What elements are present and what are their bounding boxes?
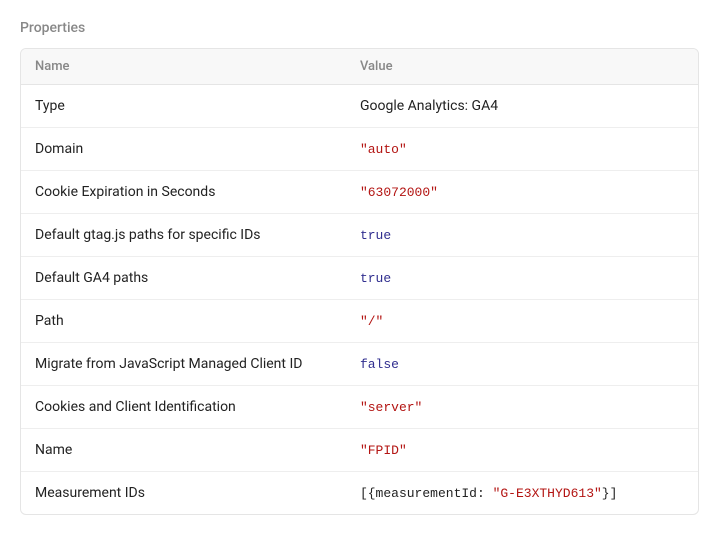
table-row: Default GA4 paths true — [21, 257, 698, 300]
property-name: Migrate from JavaScript Managed Client I… — [21, 343, 346, 385]
value-part: "auto" — [360, 142, 407, 157]
property-value: true — [346, 257, 698, 299]
property-value: false — [346, 343, 698, 385]
property-value: "server" — [346, 386, 698, 428]
table-row: Type Google Analytics: GA4 — [21, 85, 698, 128]
table-row: Cookies and Client Identification "server… — [21, 386, 698, 429]
header-name: Name — [21, 49, 346, 84]
table-row: Domain "auto" — [21, 128, 698, 171]
value-part: "63072000" — [360, 185, 438, 200]
property-value: [{measurementId: "G-E3XTHYD613"}] — [346, 472, 698, 514]
property-name: Type — [21, 85, 346, 127]
value-part: "/" — [360, 314, 383, 329]
table-header: Name Value — [21, 49, 698, 85]
table-row: Path "/" — [21, 300, 698, 343]
property-name: Path — [21, 300, 346, 342]
value-part: }] — [602, 486, 618, 501]
value-part: "G-E3XTHYD613" — [493, 486, 602, 501]
property-value: "/" — [346, 300, 698, 342]
value-part: false — [360, 357, 399, 372]
value-part: [{measurementId: — [360, 486, 493, 501]
property-name: Measurement IDs — [21, 472, 346, 514]
value-part: true — [360, 271, 391, 286]
table-row: Measurement IDs[{measurementId: "G-E3XTH… — [21, 472, 698, 514]
property-value: Google Analytics: GA4 — [346, 85, 698, 127]
value-part: "server" — [360, 400, 422, 415]
property-value: "FPID" — [346, 429, 698, 471]
property-name: Name — [21, 429, 346, 471]
table-row: Migrate from JavaScript Managed Client I… — [21, 343, 698, 386]
table-row: Default gtag.js paths for specific IDs tr… — [21, 214, 698, 257]
property-value: true — [346, 214, 698, 256]
header-value: Value — [346, 49, 698, 84]
value-part: "FPID" — [360, 443, 407, 458]
property-name: Default gtag.js paths for specific IDs — [21, 214, 346, 256]
property-value: "auto" — [346, 128, 698, 170]
property-value: "63072000" — [346, 171, 698, 213]
property-name: Cookie Expiration in Seconds — [21, 171, 346, 213]
table-row: Cookie Expiration in Seconds "63072000" — [21, 171, 698, 214]
property-name: Default GA4 paths — [21, 257, 346, 299]
value-part: Google Analytics: GA4 — [360, 98, 498, 114]
table-row: Name "FPID" — [21, 429, 698, 472]
value-part: true — [360, 228, 391, 243]
properties-table: Name Value Type Google Analytics: GA4 Doma… — [20, 48, 699, 515]
property-name: Domain — [21, 128, 346, 170]
section-title: Properties — [20, 20, 699, 36]
property-name: Cookies and Client Identification — [21, 386, 346, 428]
